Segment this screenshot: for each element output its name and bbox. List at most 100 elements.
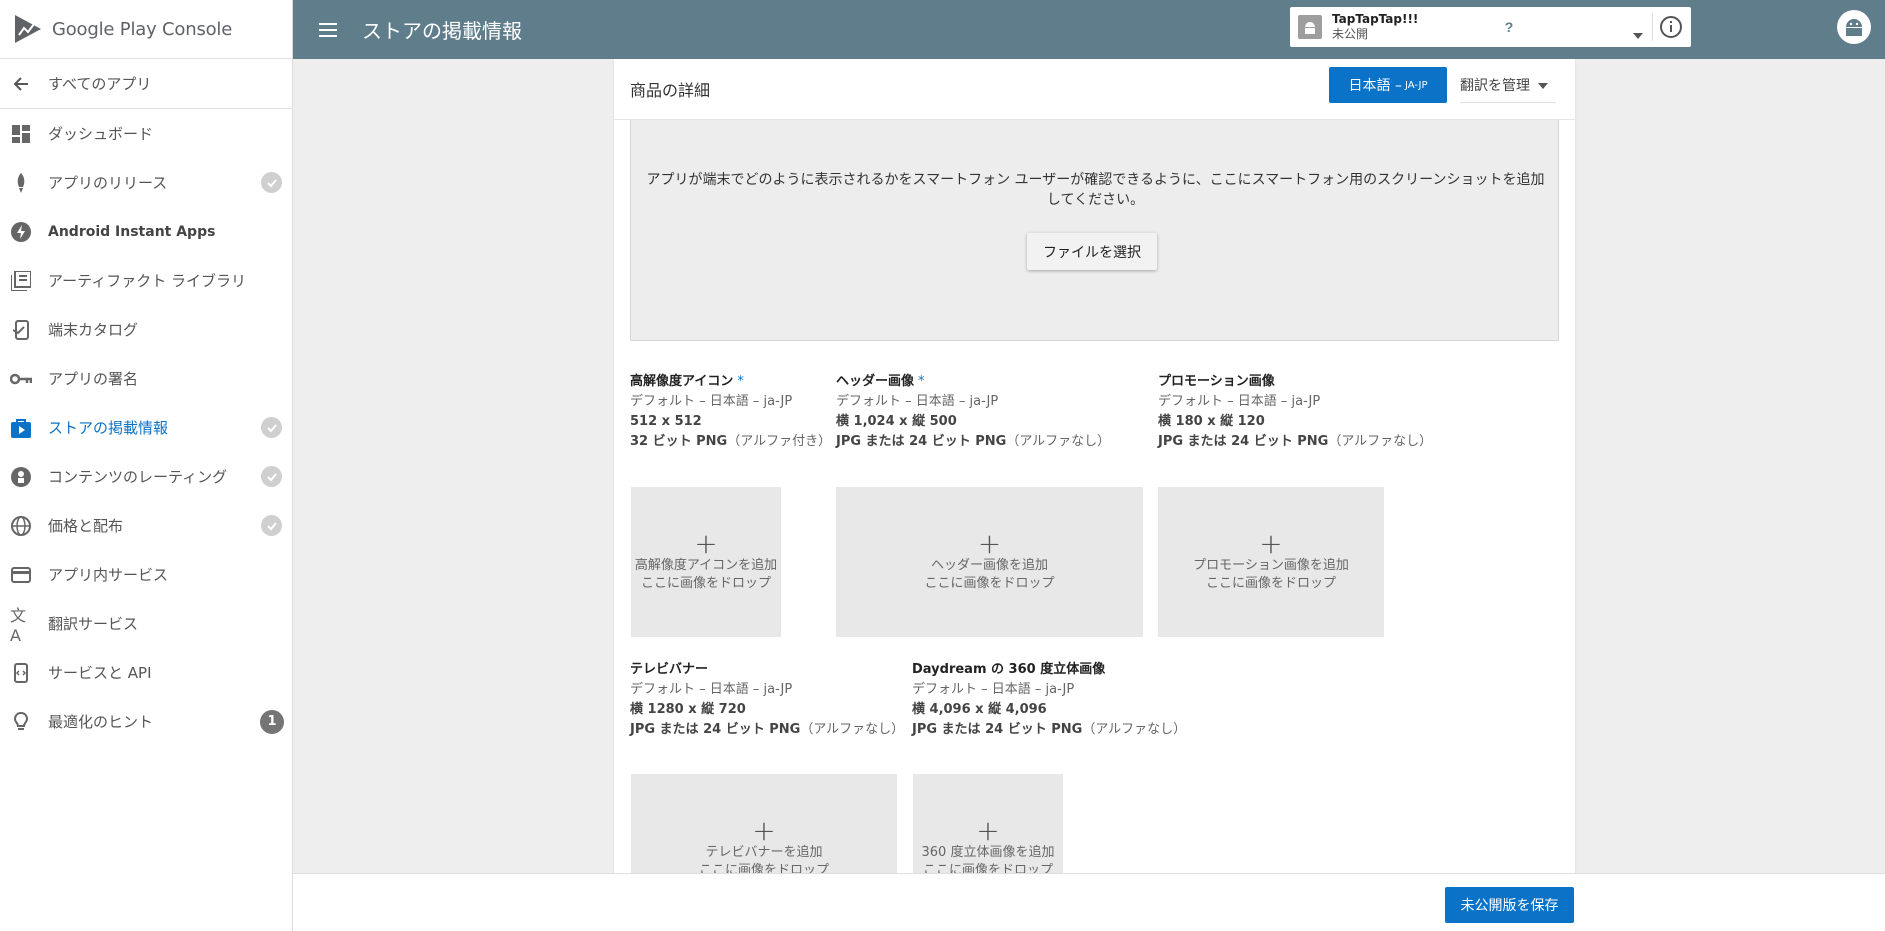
spec-title: ヘッダー画像 bbox=[836, 374, 915, 389]
check-icon bbox=[261, 172, 282, 193]
save-draft-button[interactable]: 未公開版を保存 bbox=[1445, 887, 1574, 923]
sidebar-item-dashboard[interactable]: ダッシュボード bbox=[0, 109, 292, 158]
check-icon bbox=[261, 417, 282, 438]
sidebar-item-label: コンテンツのレーティング bbox=[48, 468, 228, 486]
hi-res-icon-drop-slot[interactable]: + 高解像度アイコンを追加 ここに画像をドロップ bbox=[631, 487, 781, 637]
sidebar-item-label: アーティファクト ライブラリ bbox=[48, 272, 246, 290]
sidebar-item-store-listing[interactable]: ストアの掲載情報 bbox=[0, 403, 292, 452]
spec-format: JPG または 24 ビット PNG bbox=[912, 722, 1083, 737]
sidebar-item-releases[interactable]: アプリのリリース bbox=[0, 158, 292, 207]
plus-icon: + bbox=[752, 814, 776, 847]
help-icon[interactable]: ? bbox=[1497, 15, 1521, 39]
notifications-icon[interactable] bbox=[1454, 15, 1478, 39]
plus-icon: + bbox=[1259, 527, 1283, 560]
spec-size: 横 1280 x 縦 720 bbox=[630, 702, 746, 717]
spec-format-note: （アルファなし） bbox=[1328, 434, 1433, 449]
bottom-action-bar: 未公開版を保存 bbox=[293, 873, 1885, 931]
app-selector[interactable]: TapTapTap!!! 未公開 bbox=[1290, 7, 1691, 47]
device-catalog-icon bbox=[10, 319, 32, 341]
rating-icon bbox=[10, 466, 32, 488]
plus-icon: + bbox=[976, 814, 1000, 847]
sidebar-item-label: サービスと API bbox=[48, 664, 152, 682]
all-apps-label: すべてのアプリ bbox=[48, 75, 152, 93]
language-button[interactable]: 日本語 – JA-JP bbox=[1329, 67, 1447, 103]
card-header: 商品の詳細 日本語 – JA-JP 翻訳を管理 bbox=[614, 59, 1575, 120]
manage-translations-dropdown[interactable]: 翻訳を管理 bbox=[1460, 67, 1556, 103]
slot-drop-label: ここに画像をドロップ bbox=[698, 863, 829, 873]
spec-title: Daydream の 360 度立体画像 bbox=[912, 662, 1106, 677]
slot-drop-label: ここに画像をドロップ bbox=[924, 576, 1055, 591]
promo-image-spec: プロモーション画像 デフォルト – 日本語 – ja-JP 横 180 x 縦 … bbox=[1158, 372, 1432, 452]
plus-icon: + bbox=[977, 527, 1002, 560]
check-icon bbox=[261, 466, 282, 487]
sidebar-item-translation-service[interactable]: 文A 翻訳サービス bbox=[0, 599, 292, 648]
header-image-spec: ヘッダー画像 * デフォルト – 日本語 – ja-JP 横 1,024 x 縦 … bbox=[836, 372, 1110, 452]
chevron-down-icon bbox=[1538, 77, 1548, 93]
spec-language: デフォルト – 日本語 – ja-JP bbox=[912, 682, 1075, 697]
sidebar-item-instant-apps[interactable]: Android Instant Apps bbox=[0, 207, 292, 256]
spec-size: 横 180 x 縦 120 bbox=[1158, 414, 1265, 429]
slot-drop-label: ここに画像をドロップ bbox=[922, 863, 1053, 873]
tv-banner-spec: テレビバナー デフォルト – 日本語 – ja-JP 横 1280 x 縦 72… bbox=[630, 660, 904, 740]
sidebar-item-label: Android Instant Apps bbox=[48, 223, 216, 240]
app-status: 未公開 bbox=[1332, 27, 1369, 41]
tv-banner-drop-slot[interactable]: + テレビバナーを追加 ここに画像をドロップ bbox=[631, 774, 897, 873]
daydream-drop-slot[interactable]: + 360 度立体画像を追加 ここに画像をドロップ bbox=[913, 774, 1063, 873]
flash-icon bbox=[10, 221, 32, 243]
spec-format-note: （アルファなし） bbox=[800, 722, 905, 737]
sidebar-item-app-signing[interactable]: アプリの署名 bbox=[0, 354, 292, 403]
key-icon bbox=[10, 368, 32, 390]
spec-language: デフォルト – 日本語 – ja-JP bbox=[630, 394, 793, 409]
api-icon bbox=[10, 662, 32, 684]
sidebar-item-device-catalog[interactable]: 端末カタログ bbox=[0, 305, 292, 354]
lightbulb-icon bbox=[10, 711, 32, 733]
all-apps-link[interactable]: すべてのアプリ bbox=[0, 59, 292, 109]
spec-size: 横 4,096 x 縦 4,096 bbox=[912, 702, 1047, 717]
sidebar-item-content-rating[interactable]: コンテンツのレーティング bbox=[0, 452, 292, 501]
manage-translations-label: 翻訳を管理 bbox=[1460, 77, 1530, 94]
choose-file-button[interactable]: ファイルを選択 bbox=[1027, 233, 1157, 270]
spec-format-note: （アルファなし） bbox=[1006, 434, 1111, 449]
language-code: JA-JP bbox=[1404, 79, 1428, 91]
sidebar-item-label: 端末カタログ bbox=[48, 321, 139, 339]
arrow-back-icon bbox=[10, 73, 32, 95]
spec-language: デフォルト – 日本語 – ja-JP bbox=[836, 394, 999, 409]
menu-icon[interactable] bbox=[316, 18, 340, 42]
promo-image-drop-slot[interactable]: + プロモーション画像を追加 ここに画像をドロップ bbox=[1158, 487, 1384, 637]
screenshot-drop-zone[interactable]: アプリが端末でどのように表示されるかをスマートフォン ユーザーが確認できるように… bbox=[630, 120, 1559, 341]
sidebar-item-in-app-products[interactable]: アプリ内サービス bbox=[0, 550, 292, 599]
language-label: 日本語 – bbox=[1348, 78, 1402, 94]
screenshot-hint: アプリが端末でどのように表示されるかをスマートフォン ユーザーが確認できるように… bbox=[646, 172, 1545, 208]
sidebar-item-label: ダッシュボード bbox=[48, 125, 154, 143]
logo-area[interactable]: Google Play Console bbox=[0, 0, 292, 59]
account-avatar[interactable] bbox=[1837, 10, 1871, 44]
spec-language: デフォルト – 日本語 – ja-JP bbox=[1158, 394, 1321, 409]
check-icon bbox=[261, 515, 282, 536]
app-name: TapTapTap!!! bbox=[1332, 12, 1419, 26]
daydream-spec: Daydream の 360 度立体画像 デフォルト – 日本語 – ja-JP… bbox=[912, 660, 1186, 740]
spec-format: JPG または 24 ビット PNG bbox=[1158, 434, 1329, 449]
slot-drop-label: ここに画像をドロップ bbox=[640, 576, 771, 591]
divider bbox=[1652, 13, 1653, 41]
spec-format-note: （アルファ付き） bbox=[727, 434, 832, 449]
sidebar-item-pricing-distribution[interactable]: 価格と配布 bbox=[0, 501, 292, 550]
sidebar-item-label: アプリのリリース bbox=[48, 174, 168, 192]
sidebar-item-services-api[interactable]: サービスと API bbox=[0, 648, 292, 697]
spec-format: JPG または 24 ビット PNG bbox=[630, 722, 801, 737]
product-details-card: 商品の詳細 日本語 – JA-JP 翻訳を管理 アプリが端末でどのように表示され… bbox=[614, 59, 1575, 873]
spec-format-note: （アルファなし） bbox=[1082, 722, 1187, 737]
hi-res-icon-spec: 高解像度アイコン * デフォルト – 日本語 – ja-JP 512 x 512 … bbox=[630, 372, 831, 452]
card-title: 商品の詳細 bbox=[630, 81, 711, 100]
sidebar-item-optimization-tips[interactable]: 最適化のヒント 1 bbox=[0, 697, 292, 746]
sidebar-item-label: アプリの署名 bbox=[48, 370, 139, 388]
spec-title: プロモーション画像 bbox=[1158, 374, 1275, 389]
info-icon[interactable] bbox=[1659, 15, 1683, 39]
chevron-down-icon[interactable] bbox=[1633, 24, 1643, 43]
sidebar-item-label: ストアの掲載情報 bbox=[48, 419, 169, 437]
rocket-icon bbox=[10, 172, 32, 194]
spec-format: 32 ビット PNG bbox=[630, 434, 728, 449]
spec-size: 512 x 512 bbox=[630, 414, 702, 429]
sidebar-item-artifact-library[interactable]: アーティファクト ライブラリ bbox=[0, 256, 292, 305]
header-image-drop-slot[interactable]: + ヘッダー画像を追加 ここに画像をドロップ bbox=[836, 487, 1143, 637]
play-console-logo-icon bbox=[15, 15, 41, 43]
